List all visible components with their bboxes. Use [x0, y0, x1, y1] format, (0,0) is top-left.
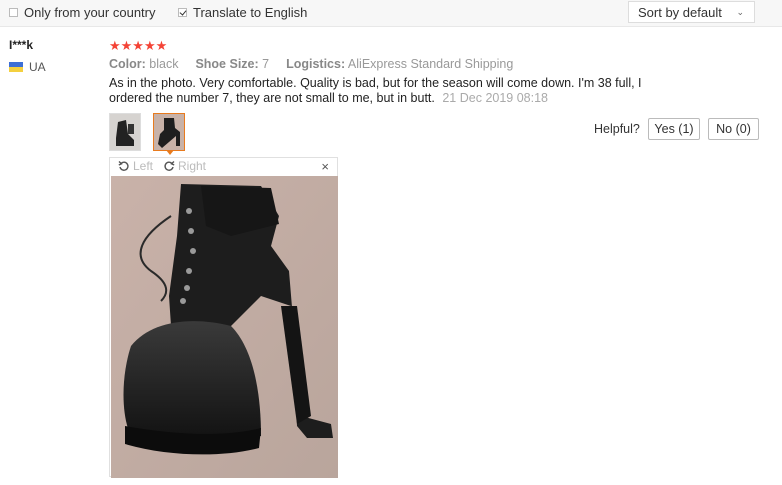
chevron-down-icon: ⌄	[736, 7, 744, 17]
rating-stars: ★★★★★	[109, 38, 168, 53]
rotate-left-label: Left	[133, 159, 154, 173]
sort-select-value: Sort by default	[638, 5, 722, 20]
filter-bar: Only from your country Translate to Engl…	[0, 0, 782, 27]
logistics-label: Logistics:	[286, 57, 346, 71]
translate-label: Translate to English	[193, 5, 308, 20]
review-photo	[111, 176, 338, 478]
reviewer-name: I***k	[9, 38, 34, 52]
sort-select[interactable]: Sort by default ⌄	[628, 1, 755, 23]
review-date: 21 Dec 2019 08:18	[442, 91, 548, 105]
photo-viewer: Left Right ×	[109, 157, 338, 478]
color-label: Color:	[109, 57, 146, 71]
helpful-yes-button[interactable]: Yes (1)	[648, 118, 700, 140]
reviewer-country: UA	[9, 60, 46, 74]
ukraine-flag-icon	[9, 62, 23, 72]
color-value: black	[149, 57, 179, 71]
translate-checkbox-box[interactable]	[178, 8, 187, 17]
thumbnail-pointer	[166, 150, 174, 155]
country-code: UA	[29, 60, 46, 74]
only-country-checkbox[interactable]: Only from your country	[9, 5, 156, 20]
helpful-label: Helpful?	[594, 122, 640, 136]
review-photo-thumbnail-2[interactable]	[153, 113, 185, 151]
rotate-left-button[interactable]: Left	[118, 159, 153, 173]
close-icon[interactable]: ×	[321, 159, 329, 174]
rotate-left-icon	[118, 160, 129, 171]
review-text-block: As in the photo. Very comfortable. Quali…	[109, 76, 664, 106]
translate-checkbox[interactable]: Translate to English	[178, 5, 307, 20]
rotate-right-icon	[164, 160, 175, 171]
shoe-size-label: Shoe Size:	[195, 57, 259, 71]
review-photo-thumbnail-1[interactable]	[109, 113, 141, 151]
photo-viewer-toolbar: Left Right ×	[110, 158, 337, 176]
only-country-checkbox-box[interactable]	[9, 8, 18, 17]
only-country-label: Only from your country	[24, 5, 156, 20]
helpful-no-button[interactable]: No (0)	[708, 118, 759, 140]
rotate-right-label: Right	[178, 159, 207, 173]
review-text: As in the photo. Very comfortable. Quali…	[109, 76, 642, 105]
review-properties: Color: black Shoe Size: 7 Logistics: Ali…	[109, 57, 513, 71]
rotate-right-button[interactable]: Right	[163, 159, 206, 173]
logistics-value: AliExpress Standard Shipping	[347, 57, 514, 71]
shoe-size-value: 7	[262, 57, 270, 71]
